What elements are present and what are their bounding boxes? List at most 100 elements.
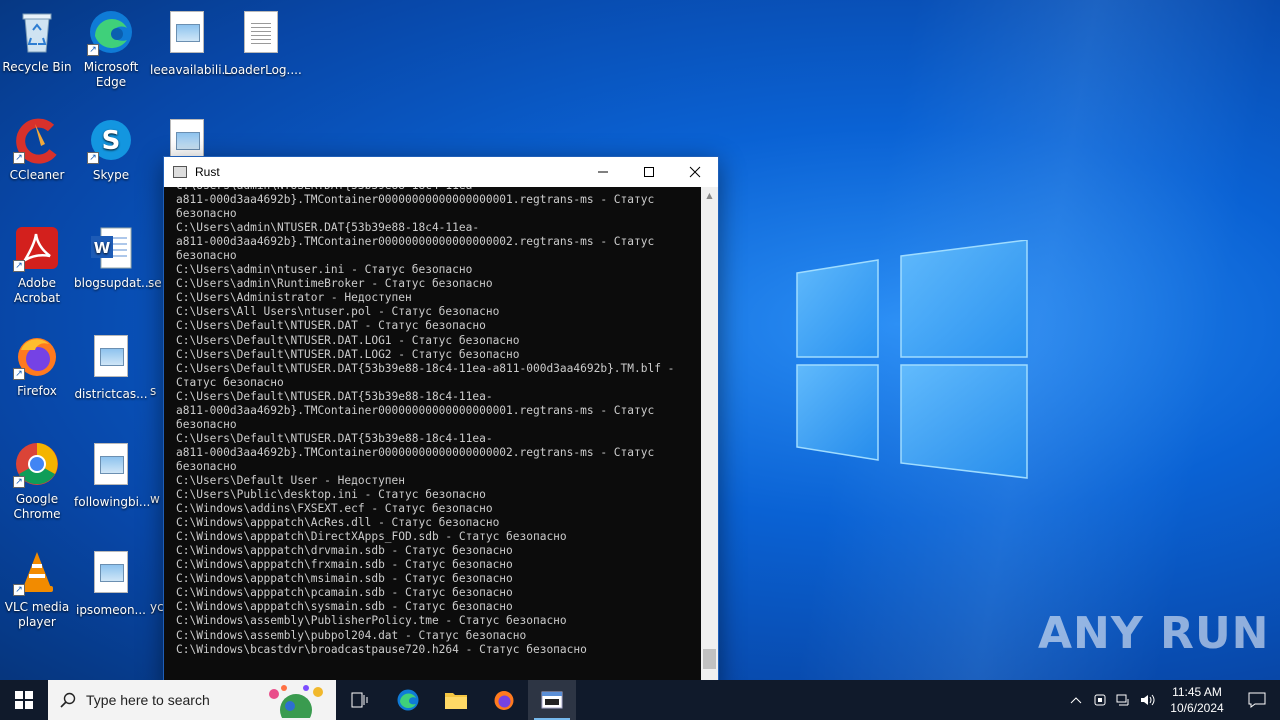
chrome-icon: ↗ (13, 440, 61, 488)
volume-button[interactable] (1136, 680, 1160, 720)
desktop-icon-file[interactable]: followingbi... (74, 440, 151, 510)
desktop-icon-label: leeavailabili... (150, 63, 233, 77)
desktop-icon-partial[interactable]: w (150, 440, 164, 507)
image-file-icon (163, 11, 211, 59)
desktop-icon-label: districtcas... (74, 387, 148, 401)
vlc-cone-icon: ↗ (13, 548, 61, 596)
desktop-icon-label: Google Chrome (13, 492, 61, 521)
image-file-icon (87, 335, 135, 383)
search-placeholder: Type here to search (86, 692, 210, 708)
shortcut-arrow-icon: ↗ (87, 44, 99, 56)
desktop-icon-microsoft-edge[interactable]: ↗ Microsoft Edge (74, 8, 148, 90)
desktop-icon-skype[interactable]: S ↗ Skype (74, 116, 148, 183)
desktop-icon-file[interactable]: leeavailabili... (150, 8, 233, 78)
recycle-bin-icon (13, 8, 61, 56)
search-icon (60, 692, 76, 708)
desktop-icon-label: VLC media player (4, 600, 70, 629)
taskbar-rust-console[interactable] (528, 680, 576, 720)
shortcut-arrow-icon: ↗ (13, 584, 25, 596)
desktop-icon-label: followingbi... (74, 495, 151, 509)
svg-text:W: W (94, 239, 111, 257)
desktop-icon-ccleaner[interactable]: ↗ CCleaner (0, 116, 74, 183)
console-text: C:\Users\admin\NTUSER.DAT{53b39e88-18c4-… (176, 187, 675, 656)
action-center-button[interactable] (1234, 680, 1280, 720)
desktop-icon-label: CCleaner (9, 168, 65, 182)
desktop-icon-file[interactable]: LoaderLog.... (224, 8, 302, 78)
taskbar: Type here to search 11:45 AM 10/6/2024 (0, 680, 1280, 720)
windows-start-icon (15, 691, 33, 709)
desktop-icon-firefox[interactable]: ↗ Firefox (0, 332, 74, 399)
desktop-icon-label: LoaderLog.... (224, 63, 302, 77)
svg-text:S: S (102, 126, 121, 156)
desktop-icon-label: se (148, 276, 162, 290)
desktop-icon-label: Skype (92, 168, 130, 182)
adobe-acrobat-icon: ↗ (13, 224, 61, 272)
scrollbar-thumb[interactable] (703, 649, 716, 669)
desktop-icon-google-chrome[interactable]: ↗ Google Chrome (0, 440, 74, 522)
word-document-icon: W (87, 224, 135, 272)
console-app-icon (173, 166, 187, 178)
shortcut-arrow-icon: ↗ (13, 152, 25, 164)
image-file-icon (87, 551, 135, 599)
desktop-icon-label: yc (150, 600, 164, 614)
firefox-icon (494, 691, 514, 710)
desktop-icon-file[interactable]: ipsomeon... (74, 548, 148, 618)
desktop-icon-recycle-bin[interactable]: Recycle Bin (0, 8, 74, 75)
edge-icon: ↗ (87, 8, 135, 56)
volume-icon (1141, 694, 1155, 706)
tray-app-button[interactable] (1088, 680, 1112, 720)
tray-app-icon (1094, 694, 1106, 706)
desktop-icon-word-document[interactable]: W blogsupdat... (74, 224, 153, 291)
show-hidden-icons-button[interactable] (1064, 680, 1088, 720)
desktop-icon-adobe-acrobat[interactable]: ↗ Adobe Acrobat (0, 224, 74, 306)
task-view-button[interactable] (336, 680, 384, 720)
chevron-up-icon (1070, 697, 1082, 704)
desktop-icon-file[interactable]: districtcas... (74, 332, 148, 402)
desktop-icon-label: s (150, 384, 157, 398)
clock-date: 10/6/2024 (1170, 701, 1224, 715)
ccleaner-icon: ↗ (13, 116, 61, 164)
console-window-icon (541, 691, 563, 709)
desktop-icon-label: Adobe Acrobat (13, 276, 61, 305)
desktop-icon-partial[interactable]: yc (150, 548, 164, 615)
system-tray: 11:45 AM 10/6/2024 (1064, 680, 1280, 720)
desktop-icon-label: Microsoft Edge (83, 60, 139, 89)
console-output[interactable]: C:\Users\admin\NTUSER.DAT{53b39e88-18c4-… (164, 187, 701, 689)
vertical-scrollbar[interactable]: ▲ (701, 187, 718, 689)
network-button[interactable] (1112, 680, 1136, 720)
desktop-icon-partial[interactable]: se (148, 224, 164, 291)
desktop-icon-label: w (150, 492, 160, 506)
network-icon (1116, 694, 1129, 706)
window-titlebar[interactable]: Rust (164, 157, 718, 187)
console-window[interactable]: Rust C:\Users\admin\NTUSER.DAT{53b39e88-… (163, 156, 719, 690)
shortcut-arrow-icon: ↗ (13, 260, 25, 272)
notification-icon (1248, 692, 1266, 708)
shortcut-arrow-icon: ↗ (87, 152, 99, 164)
windows-logo-wallpaper (796, 240, 1028, 479)
taskbar-firefox[interactable] (480, 680, 528, 720)
task-view-icon (351, 692, 368, 708)
window-title: Rust (195, 165, 220, 179)
close-button[interactable] (672, 157, 718, 187)
taskbar-clock[interactable]: 11:45 AM 10/6/2024 (1160, 684, 1234, 716)
start-button[interactable] (0, 680, 48, 720)
minimize-icon (598, 171, 608, 173)
anyrun-watermark: ANY RUN (1038, 608, 1270, 659)
clock-time: 11:45 AM (1172, 685, 1222, 699)
taskbar-edge[interactable] (384, 680, 432, 720)
scroll-up-arrow-icon[interactable]: ▲ (701, 187, 718, 204)
taskbar-file-explorer[interactable] (432, 680, 480, 720)
folder-icon (445, 693, 467, 709)
desktop-icon-label: ipsomeon... (75, 603, 146, 617)
desktop-icon-label: Recycle Bin (2, 60, 72, 74)
firefox-icon: ↗ (13, 332, 61, 380)
taskbar-search-box[interactable]: Type here to search (48, 680, 336, 720)
maximize-button[interactable] (626, 157, 672, 187)
edge-icon (397, 689, 419, 711)
desktop-icon-vlc[interactable]: ↗ VLC media player (0, 548, 74, 630)
shortcut-arrow-icon: ↗ (13, 368, 25, 380)
shortcut-arrow-icon: ↗ (13, 476, 25, 488)
desktop-icon-partial[interactable]: s (150, 332, 164, 399)
minimize-button[interactable] (580, 157, 626, 187)
desktop-icon-label: blogsupdat... (74, 276, 153, 290)
